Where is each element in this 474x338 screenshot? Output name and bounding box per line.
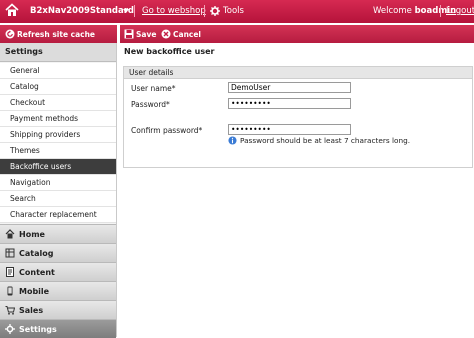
password-field[interactable] [228,98,351,109]
section-label: Home [19,229,45,239]
sidebar-item-catalog[interactable]: Catalog [0,79,116,95]
gear-icon [5,324,15,334]
section-accordion: Home Catalog Content Mobile Sales Settin… [0,224,116,338]
section-content[interactable]: Content [0,262,116,281]
section-sales[interactable]: Sales [0,300,116,319]
sidebar-item-shipping-providers[interactable]: Shipping providers [0,127,116,143]
section-settings[interactable]: Settings [0,319,116,338]
user-details-fieldset: User details User name* Password* Passwo… [123,66,473,168]
sidebar-item-character-replacement-rules[interactable]: Character replacement rules [0,207,116,234]
chevron-down-icon[interactable] [123,9,129,13]
home-icon [5,229,15,239]
welcome-text: Welcome boadmin [373,6,456,16]
top-bar: B2xNav2009Standard Go to webshop Tools W… [0,0,474,23]
password-hint: Password should be at least 7 characters… [228,136,410,145]
section-label: Mobile [19,286,50,296]
confirm-password-label: Confirm password* [131,126,203,135]
divider [204,5,205,17]
sidebar-item-payment-methods[interactable]: Payment methods [0,111,116,127]
save-label: Save [136,29,157,39]
home-icon[interactable] [5,3,19,17]
refresh-icon [5,29,15,39]
main-panel: New backoffice user User details User na… [120,43,474,337]
tools-menu[interactable]: Tools [223,6,244,16]
catalog-icon [5,248,15,258]
logout-link[interactable]: Logout [446,6,474,16]
gear-icon[interactable] [210,6,220,16]
close-icon [161,29,171,39]
welcome-prefix: Welcome [373,6,415,16]
refresh-site-cache-button[interactable]: Refresh site cache [5,28,95,40]
refresh-label: Refresh site cache [17,29,96,39]
go-to-webshop-link[interactable]: Go to webshop [142,6,206,16]
divider [440,5,441,17]
sidebar-item-navigation[interactable]: Navigation [0,175,116,191]
username-label: User name* [131,84,176,93]
cancel-label: Cancel [173,29,202,39]
section-label: Content [19,267,55,277]
sidebar-item-themes[interactable]: Themes [0,143,116,159]
sidebar-header: Settings [0,43,116,62]
toolbar: Refresh site cache Save Cancel [0,25,474,43]
fieldset-legend: User details [124,67,472,79]
confirm-password-field[interactable] [228,124,351,135]
section-catalog[interactable]: Catalog [0,243,116,262]
section-home[interactable]: Home [0,224,116,243]
mobile-icon [7,286,13,296]
password-hint-text: Password should be at least 7 characters… [240,136,411,145]
page-title: New backoffice user [124,47,215,56]
section-label: Catalog [19,248,54,258]
section-mobile[interactable]: Mobile [0,281,116,300]
section-label: Settings [19,324,57,334]
sidebar: Settings General Catalog Checkout Paymen… [0,43,117,338]
content-icon [6,267,14,277]
legend-text: User details [129,68,174,77]
sales-icon [5,306,15,315]
password-label: Password* [131,100,170,109]
sidebar-item-checkout[interactable]: Checkout [0,95,116,111]
cancel-button[interactable]: Cancel [161,28,201,40]
sidebar-item-search[interactable]: Search [0,191,116,207]
divider [134,5,135,17]
sidebar-item-backoffice-users[interactable]: Backoffice users [0,159,116,175]
settings-nav: General Catalog Checkout Payment methods… [0,63,116,234]
username-field[interactable] [228,82,351,93]
toolbar-divider [117,25,120,43]
save-button[interactable]: Save [124,28,156,40]
save-icon [124,29,134,39]
info-icon [228,136,237,145]
sidebar-item-general[interactable]: General [0,63,116,79]
site-selector[interactable]: B2xNav2009Standard [30,6,134,16]
sidebar-title: Settings [5,47,43,56]
section-label: Sales [19,305,44,315]
